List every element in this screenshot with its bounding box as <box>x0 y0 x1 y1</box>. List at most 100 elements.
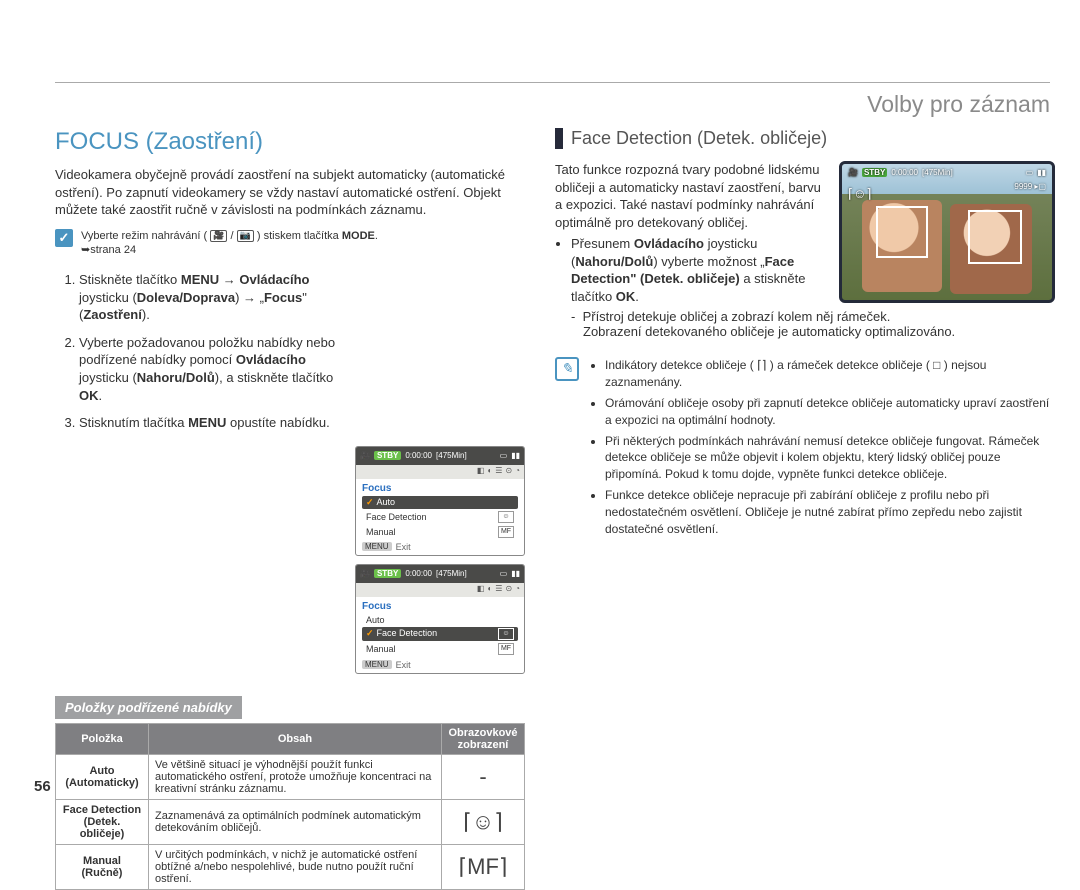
table-row: Face Detection (Detek. obličeje) Zazname… <box>56 799 525 844</box>
photo-icon: 📷 <box>237 230 254 242</box>
osd-remain: [475Min] <box>922 168 953 177</box>
menu-item-auto: ✓Auto <box>362 496 518 509</box>
osd-icon: ◔ <box>515 584 520 596</box>
menu-title: Focus <box>362 601 518 612</box>
shot-remain: [475Min] <box>436 451 467 460</box>
osd-icon: ⊙ <box>505 466 512 478</box>
cam-mode-icon: 🎥 <box>360 451 370 460</box>
fd-text-block: Tato funkce rozpozná tvary podobné lidsk… <box>555 161 827 307</box>
cam-mode-icon: 🎥 <box>360 569 370 578</box>
cell-item: Manual (Ručně) <box>56 844 149 889</box>
card-icon: ▭ <box>500 569 508 578</box>
face-detect-icon: ⌈☺⌉ <box>442 799 525 844</box>
section-title: Volby pro záznam <box>55 91 1050 118</box>
osd-icon: ⊙ <box>505 584 512 596</box>
osd-icon: ☰ <box>495 466 502 478</box>
page-number: 56 <box>34 778 51 795</box>
info-note-item: Při některých podmínkách nahrávání nemus… <box>605 433 1055 483</box>
info-note-list: Indikátory detekce obličeje ( ⌈⌉ ) a rám… <box>589 357 1055 541</box>
menu-item-fd: ✓Face Detection☺ <box>362 627 518 641</box>
face-detection-heading: Face Detection (Detek. obličeje) <box>555 128 1055 149</box>
menu-title: Focus <box>362 483 518 494</box>
focus-intro: Videokamera obyčejně provádí zaostření n… <box>55 166 525 219</box>
step-1: Stiskněte tlačítko MENU → Ovládacího joy… <box>79 271 359 324</box>
mode-note-text: Vyberte režim nahrávání ( 🎥 / 📷 ) stiske… <box>81 229 378 258</box>
col-obsah: Obsah <box>149 723 442 754</box>
table-row: Manual (Ručně) V určitých podmínkách, v … <box>56 844 525 889</box>
cell-desc: V určitých podmínkách, v nichž je automa… <box>149 844 442 889</box>
mode-note: ✓ Vyberte režim nahrávání ( 🎥 / 📷 ) stis… <box>55 229 525 258</box>
menu-item-manual: ManualMF <box>362 642 518 656</box>
lcd-screenshots: 🎥 STBY 0:00:00 [475Min] ▭ ▮▮ ◧◐☰⊙◔ Focus… <box>355 446 525 682</box>
battery-icon: ▮▮ <box>1037 168 1046 177</box>
cell-item: Face Detection (Detek. obličeje) <box>56 799 149 844</box>
lcd-shot-1: 🎥 STBY 0:00:00 [475Min] ▭ ▮▮ ◧◐☰⊙◔ Focus… <box>355 446 525 556</box>
osd-icon: ◧ <box>477 466 485 478</box>
face-detect-osd-icon: ⌈☺⌉ <box>848 186 871 202</box>
osd-stby: STBY <box>862 168 887 177</box>
step-list: Stiskněte tlačítko MENU → Ovládacího joy… <box>55 271 359 441</box>
table-row: Auto (Automaticky) Ve většině situací je… <box>56 754 525 799</box>
right-column: Face Detection (Detek. obličeje) Tato fu… <box>555 128 1055 541</box>
shot-time: 0:00:00 <box>405 451 432 460</box>
check-icon: ✓ <box>55 229 73 247</box>
col-display: Obrazovkové zobrazení <box>442 723 525 754</box>
col-polozka: Položka <box>56 723 149 754</box>
osd-time: 0:00:00 <box>891 168 918 177</box>
cell-desc: Ve většině situací je výhodnější použít … <box>149 754 442 799</box>
info-note-item: Funkce detekce obličeje nepracuje při za… <box>605 487 1055 537</box>
menu-button-label: MENU <box>362 542 392 551</box>
osd-bottom-right: 9999 ▸▢ <box>1014 182 1046 191</box>
battery-icon: ▮▮ <box>511 569 520 578</box>
face-detect-small-icon: ☺ <box>498 511 514 523</box>
status-stby: STBY <box>374 451 401 460</box>
submenu-table: Položka Obsah Obrazovkové zobrazení Auto… <box>55 723 525 890</box>
shot-remain: [475Min] <box>436 569 467 578</box>
manual-focus-small-icon: MF <box>498 526 514 538</box>
lcd-shot-2: 🎥 STBY 0:00:00 [475Min] ▭ ▮▮ ◧◐☰⊙◔ Focus… <box>355 564 525 674</box>
focus-heading: FOCUS (Zaostření) <box>55 128 525 156</box>
menu-button-label: MENU <box>362 660 392 669</box>
card-icon: ▭ <box>500 451 508 460</box>
osd-icon: ◐ <box>487 584 492 596</box>
fd-sub-line: - Přístroj detekuje obličej a zobrazí ko… <box>571 309 1055 324</box>
osd-icon: ☰ <box>495 584 502 596</box>
card-icon: ▭ <box>1026 168 1034 177</box>
info-note-item: Orámování obličeje osoby při zapnutí det… <box>605 395 1055 429</box>
fd-para: Tato funkce rozpozná tvary podobné lidsk… <box>555 161 827 231</box>
lcd-preview: 🎥 STBY 0:00:00 [475Min] ▭ ▮▮ ⌈☺⌉ 9999 ▸▢ <box>839 161 1055 303</box>
face-rect-2 <box>968 210 1022 264</box>
manual-page: Volby pro záznam FOCUS (Zaostření) Video… <box>0 0 1080 827</box>
shot-time: 0:00:00 <box>405 569 432 578</box>
info-note-item: Indikátory detekce obličeje ( ⌈⌉ ) a rám… <box>605 357 1055 391</box>
face-detect-small-icon: ☺ <box>498 628 514 640</box>
menu-item-manual: ManualMF <box>362 525 518 539</box>
submenu-heading: Položky podřízené nabídky <box>55 696 242 719</box>
steps-and-shots: Stiskněte tlačítko MENU → Ovládacího joy… <box>55 265 525 681</box>
manual-focus-small-icon: MF <box>498 643 514 655</box>
manual-focus-icon: ⌈MF⌉ <box>442 844 525 889</box>
cell-item: Auto (Automaticky) <box>56 754 149 799</box>
menu-item-fd: Face Detection☺ <box>362 510 518 524</box>
section-header-bar: Volby pro záznam <box>55 82 1050 118</box>
face-rect-1 <box>876 206 928 258</box>
fd-sub-line: Zobrazení detekovaného obličeje je autom… <box>571 324 1055 339</box>
battery-icon: ▮▮ <box>511 451 520 460</box>
exit-label: Exit <box>396 660 411 670</box>
cell-icon-none: - <box>442 754 525 799</box>
info-note-icon: ✎ <box>555 357 579 381</box>
osd-icon: ◔ <box>515 466 520 478</box>
left-column: FOCUS (Zaostření) Videokamera obyčejně p… <box>55 128 525 890</box>
osd-icon: ◧ <box>477 584 485 596</box>
info-note-block: ✎ Indikátory detekce obličeje ( ⌈⌉ ) a r… <box>555 357 1055 541</box>
menu-item-auto: Auto <box>362 614 518 626</box>
fd-sub-detail: - Přístroj detekuje obličej a zobrazí ko… <box>571 309 1055 339</box>
exit-label: Exit <box>396 542 411 552</box>
step-3: Stisknutím tlačítka MENU opustíte nabídk… <box>79 414 359 432</box>
fd-top-block: Tato funkce rozpozná tvary podobné lidsk… <box>555 161 1055 307</box>
fd-bullet: Přesunem Ovládacího joysticku (Nahoru/Do… <box>571 235 827 305</box>
cell-desc: Zaznamenává za optimálních podmínek auto… <box>149 799 442 844</box>
status-stby: STBY <box>374 569 401 578</box>
osd-icon: ◐ <box>487 466 492 478</box>
video-icon: 🎥 <box>210 230 227 242</box>
